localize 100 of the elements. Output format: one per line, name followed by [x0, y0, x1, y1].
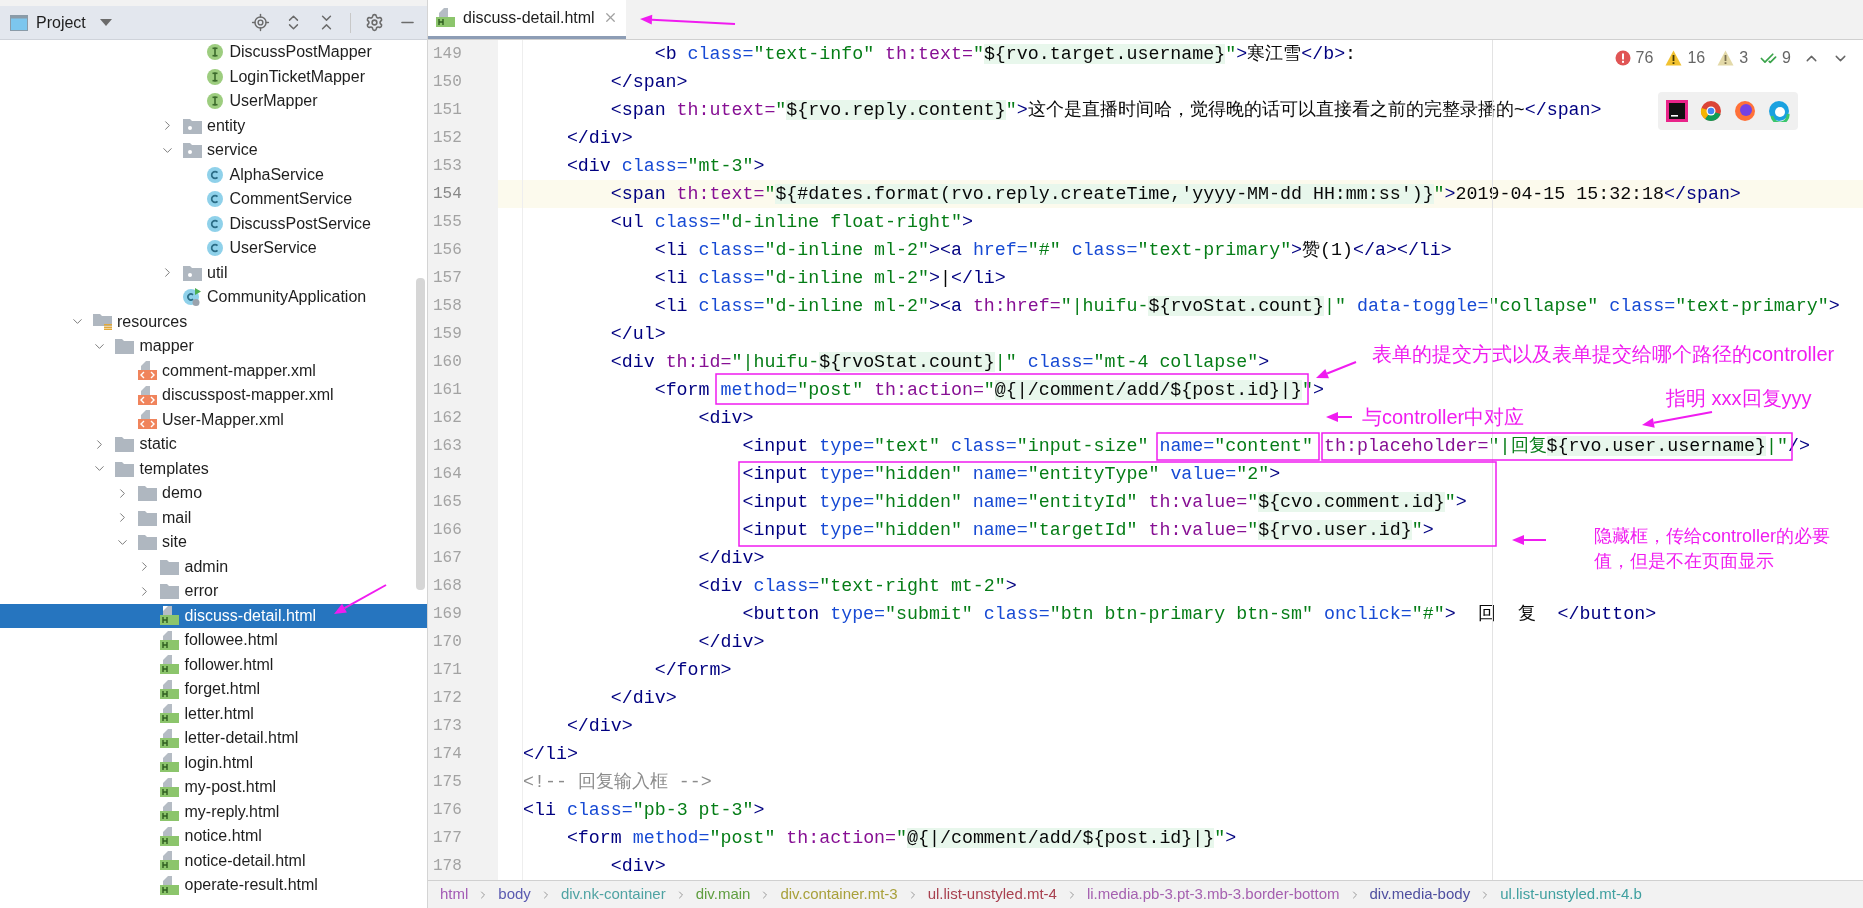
tree-item[interactable]: discuss-detail.html	[0, 603, 427, 628]
xml-file-icon	[137, 385, 157, 405]
tree-item[interactable]: mail	[0, 505, 427, 530]
tree-item[interactable]: discusspost-mapper.xml	[0, 383, 427, 408]
line-number: 170	[433, 632, 462, 653]
code-line: <div>	[609, 855, 666, 878]
tree-item[interactable]: CommunityApplication	[0, 285, 427, 310]
tree-item[interactable]: resources	[0, 309, 427, 334]
html-file-icon	[160, 802, 179, 822]
tree-item[interactable]: error	[0, 579, 427, 604]
tree-item[interactable]: follower.html	[0, 652, 427, 677]
ide-icon[interactable]	[1666, 100, 1688, 122]
weak-warning-icon	[1717, 50, 1735, 66]
annotation-text: 隐藏框，传给controller的必要值，但是不在页面显示	[1594, 525, 1832, 574]
code-line: </span>	[609, 71, 688, 94]
inspection-count[interactable]: 16	[1687, 46, 1706, 70]
class-icon	[205, 165, 224, 184]
folder-icon	[137, 485, 157, 502]
code-line: <input type="hidden" name="targetId" th:value="${rvo.user.id}">	[741, 519, 1434, 542]
line-number: 162	[433, 408, 462, 429]
scrollbar-thumb[interactable]	[416, 278, 425, 590]
warning-icon	[1665, 50, 1683, 66]
html-file-icon	[160, 606, 179, 626]
tree-item[interactable]: notice-detail.html	[0, 848, 427, 873]
line-number: 169	[433, 604, 462, 625]
tree-item[interactable]: templates	[0, 456, 427, 481]
code-line: <div class="mt-3">	[565, 155, 765, 178]
tree-item[interactable]: UserService	[0, 236, 427, 261]
tree-item[interactable]: static	[0, 432, 427, 457]
inspection-count[interactable]: 9	[1782, 46, 1791, 70]
interface-icon	[205, 92, 224, 111]
tree-item[interactable]: letter-detail.html	[0, 726, 427, 751]
code-line: <div>	[697, 407, 754, 430]
tree-item[interactable]: DiscussPostService	[0, 211, 427, 236]
tree-item[interactable]: forget.html	[0, 677, 427, 702]
class-icon	[205, 190, 224, 209]
browser-icon[interactable]	[1734, 100, 1756, 122]
html-file-icon	[160, 728, 179, 748]
html-file-icon	[436, 8, 455, 27]
interface-icon	[205, 43, 224, 62]
line-number: 175	[433, 772, 462, 793]
dropdown-icon[interactable]	[99, 18, 112, 27]
tree-item[interactable]: mapper	[0, 334, 427, 359]
code-line: <li class="pb-3 pt-3">	[523, 799, 765, 822]
code-line: </ul>	[609, 323, 666, 346]
browser-icon[interactable]	[1700, 100, 1722, 122]
folder-icon	[137, 509, 157, 526]
html-file-icon	[160, 851, 179, 871]
tree-item[interactable]: AlphaService	[0, 162, 427, 187]
tree-item[interactable]: followee.html	[0, 628, 427, 653]
tree-item[interactable]: CommentService	[0, 187, 427, 212]
tree-item[interactable]: UserMapper	[0, 89, 427, 114]
line-number: 159	[433, 324, 462, 345]
tree-item[interactable]: operate-result.html	[0, 873, 427, 898]
line-number: 177	[433, 828, 462, 849]
code-line: <b class="text-info" th:text="${rvo.target.username}">寒江雪</b>:	[653, 43, 1357, 66]
tree-item[interactable]: service	[0, 138, 427, 163]
inspection-count[interactable]: 76	[1635, 46, 1654, 70]
tree-item[interactable]: DiscussPostMapper	[0, 40, 427, 65]
tree-item[interactable]: LoginTicketMapper	[0, 64, 427, 89]
tree-item[interactable]: entity	[0, 113, 427, 138]
tree-item[interactable]: util	[0, 260, 427, 285]
breadcrumb-item[interactable]: div.media-body	[1369, 883, 1471, 906]
settings-icon[interactable]	[365, 13, 384, 32]
html-file-icon	[160, 630, 179, 650]
xml-file-icon	[137, 410, 157, 430]
breadcrumb-item[interactable]: li.media.pb-3.pt-3.mb-3.border-bottom	[1086, 883, 1340, 906]
editor-tab[interactable]: discuss-detail.html	[428, 0, 626, 39]
browser-icon[interactable]	[1768, 100, 1790, 122]
code-line: </div>	[697, 547, 765, 570]
panel-title[interactable]: Project	[36, 10, 86, 35]
tree-item[interactable]: letter.html	[0, 701, 427, 726]
folder-icon	[115, 436, 134, 453]
tree-item[interactable]: demo	[0, 481, 427, 506]
tree-item[interactable]: my-reply.html	[0, 799, 427, 824]
inspection-count[interactable]: 3	[1739, 46, 1749, 70]
code-line: </form>	[653, 659, 732, 682]
code-line: </div>	[697, 631, 765, 654]
line-number: 151	[433, 100, 462, 121]
line-number: 168	[433, 576, 462, 597]
locate-icon[interactable]	[251, 13, 270, 32]
breadcrumb-item[interactable]: body	[498, 883, 531, 906]
code-line: <form method="post" th:action="@{|/comment/add/${post.id}|}">	[565, 827, 1237, 850]
breadcrumb-item[interactable]: html	[440, 883, 469, 906]
folder-icon	[160, 583, 179, 600]
tree-item[interactable]: comment-mapper.xml	[0, 358, 427, 383]
tree-item[interactable]: notice.html	[0, 824, 427, 849]
breadcrumb-item[interactable]: ul.list-unstyled.mt-4	[927, 883, 1057, 906]
xml-file-icon	[137, 361, 157, 381]
tree-item[interactable]: my-post.html	[0, 775, 427, 800]
tree-item[interactable]: User-Mapper.xml	[0, 407, 427, 432]
tree-item[interactable]: login.html	[0, 750, 427, 775]
folder-icon	[115, 460, 134, 477]
tree-item[interactable]: site	[0, 530, 427, 555]
html-file-icon	[160, 777, 179, 797]
interface-icon	[205, 67, 224, 86]
folder-icon	[182, 142, 202, 159]
tree-item[interactable]: admin	[0, 554, 427, 579]
html-file-icon	[160, 753, 179, 773]
code-line: </div>	[609, 687, 677, 710]
